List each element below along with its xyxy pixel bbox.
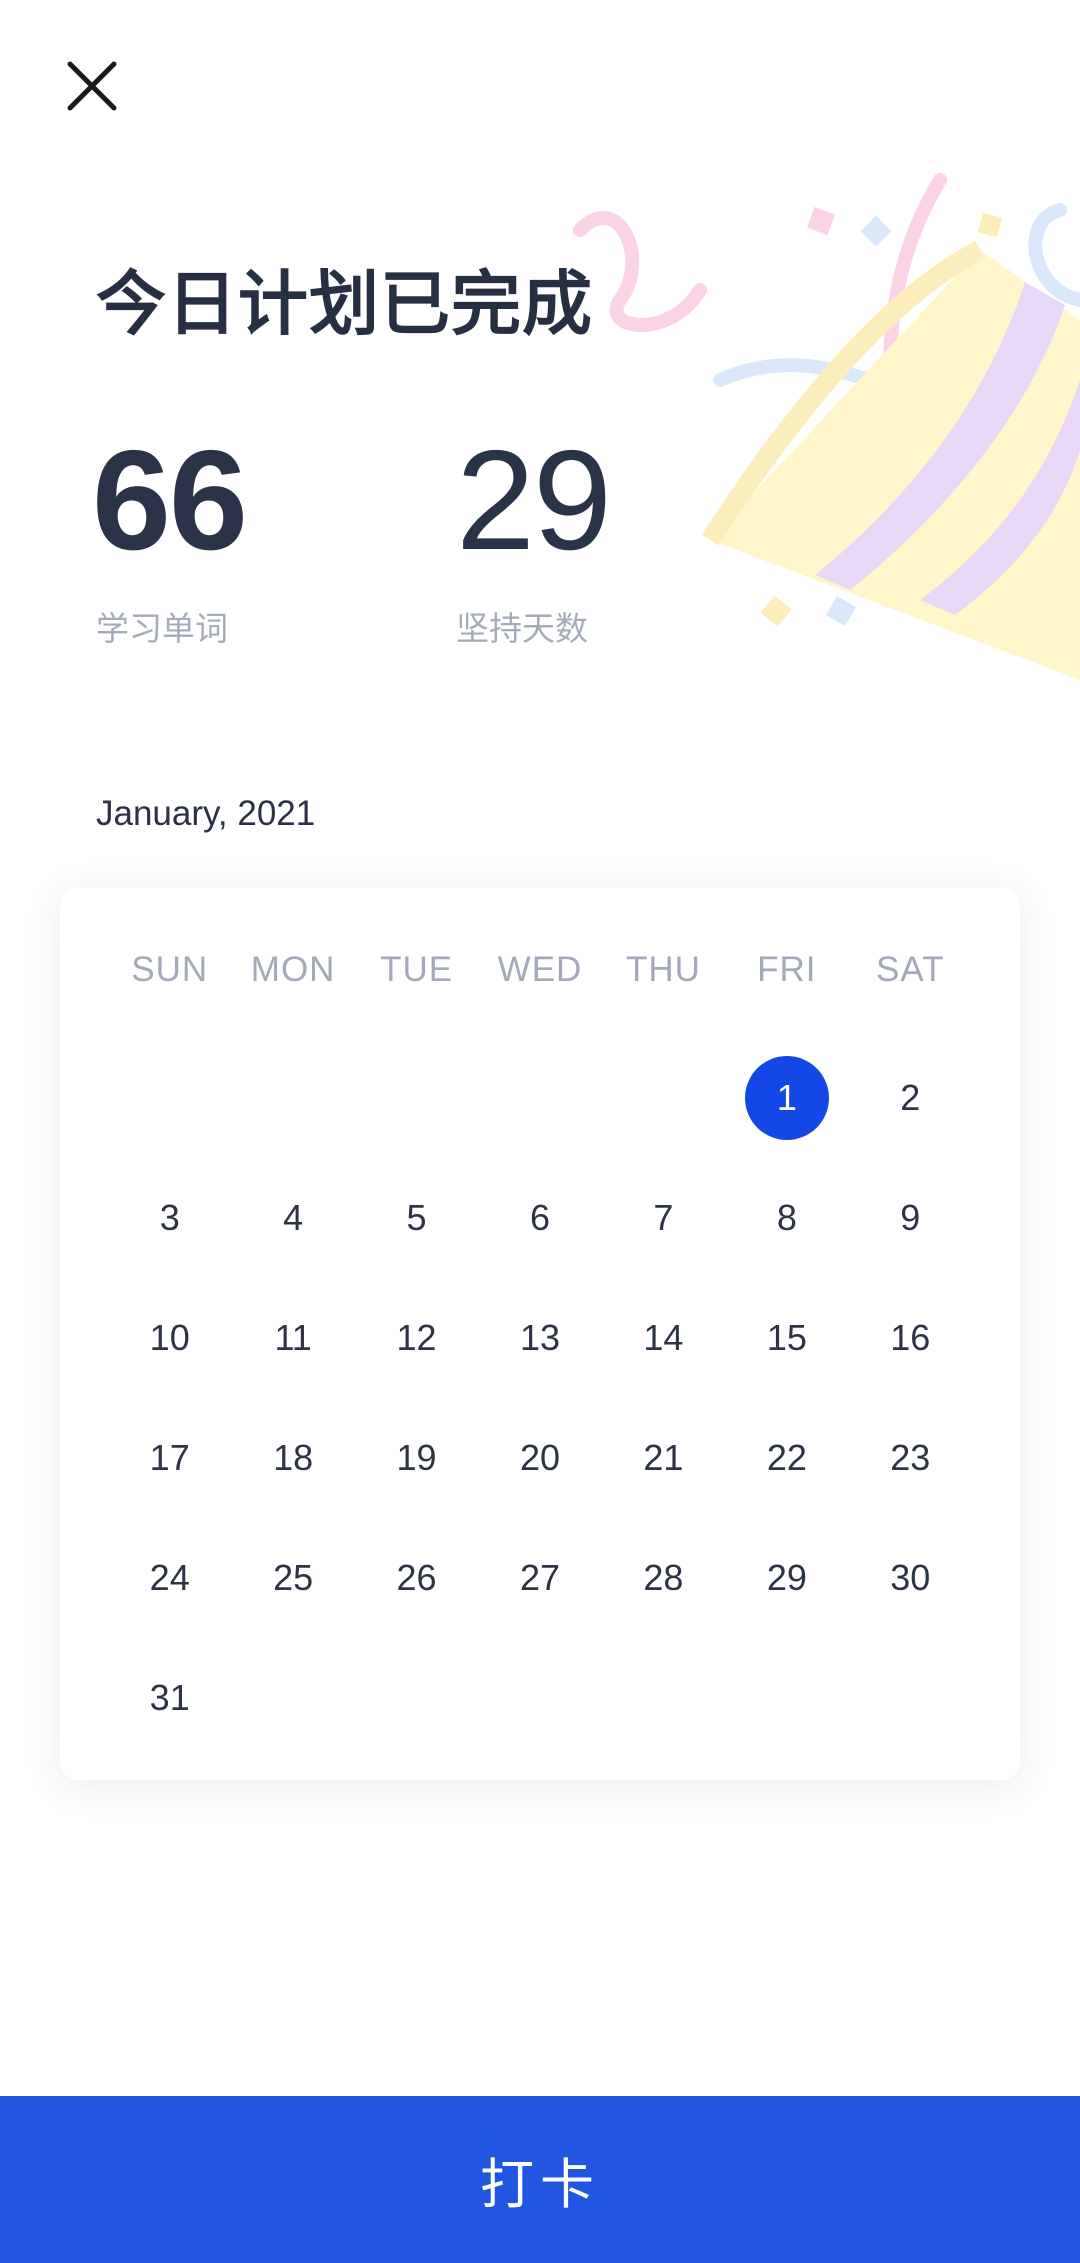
day-cell[interactable]: 15 [725, 1278, 848, 1398]
day-cell[interactable]: 16 [849, 1278, 972, 1398]
streak-days-value: 29 [456, 421, 612, 580]
day-number: 7 [653, 1197, 674, 1238]
day-number: 20 [519, 1437, 560, 1478]
page-title: 今日计划已完成 [96, 265, 593, 343]
day-cell[interactable]: 23 [849, 1398, 972, 1518]
day-number: 19 [396, 1437, 437, 1478]
weekday-label: SAT [876, 950, 945, 989]
day-cell[interactable]: 19 [355, 1398, 478, 1518]
day-cell[interactable]: 6 [478, 1158, 601, 1278]
day-cell[interactable]: 28 [602, 1518, 725, 1638]
day-cell[interactable]: 29 [725, 1518, 848, 1638]
day-number: 21 [643, 1437, 684, 1478]
day-cell-empty [478, 1038, 601, 1158]
weekday-label: THU [625, 950, 701, 989]
day-cell[interactable]: 9 [849, 1158, 972, 1278]
day-number: 5 [406, 1197, 427, 1238]
weekday-label: FRI [757, 950, 817, 989]
party-popper-icon [573, 173, 1080, 680]
day-number: 15 [766, 1317, 807, 1358]
day-cell[interactable]: 18 [231, 1398, 354, 1518]
day-cell[interactable]: 10 [108, 1278, 231, 1398]
day-number: 31 [149, 1677, 190, 1718]
day-number: 12 [396, 1317, 437, 1358]
day-number: 2 [900, 1077, 921, 1118]
day-cell[interactable]: 26 [355, 1518, 478, 1638]
day-cell[interactable]: 3 [108, 1158, 231, 1278]
day-number: 29 [766, 1557, 807, 1598]
day-number: 16 [890, 1317, 931, 1358]
day-cell[interactable]: 13 [478, 1278, 601, 1398]
day-number: 25 [273, 1557, 314, 1598]
day-number: 11 [274, 1317, 312, 1358]
day-number: 1 [744, 1056, 829, 1140]
day-cell[interactable]: 2 [849, 1038, 972, 1158]
day-cell-empty [231, 1038, 354, 1158]
day-number: 14 [643, 1317, 684, 1358]
day-cell[interactable]: 14 [602, 1278, 725, 1398]
day-cell[interactable]: 25 [231, 1518, 354, 1638]
day-number: 8 [776, 1197, 797, 1238]
day-number: 4 [283, 1197, 304, 1238]
close-icon [67, 61, 117, 111]
day-number: 22 [766, 1437, 807, 1478]
weekday-header: SUN MON TUE WED THU FRI SAT [108, 950, 972, 990]
day-number: 27 [519, 1557, 560, 1598]
day-cell[interactable]: 8 [725, 1158, 848, 1278]
day-number: 17 [149, 1437, 190, 1478]
day-number: 18 [273, 1437, 314, 1478]
day-cell[interactable]: 17 [108, 1398, 231, 1518]
day-number: 10 [149, 1317, 190, 1358]
day-cell[interactable]: 24 [108, 1518, 231, 1638]
day-number: 26 [396, 1557, 437, 1598]
weekday-label: MON [250, 950, 336, 989]
day-number: 13 [519, 1317, 560, 1358]
day-cell[interactable]: 30 [849, 1518, 972, 1638]
day-cell[interactable]: 27 [478, 1518, 601, 1638]
day-cell[interactable]: 31 [108, 1638, 231, 1758]
streak-days-label: 坚持天数 [456, 610, 588, 647]
day-cell[interactable]: 11 [231, 1278, 354, 1398]
close-button[interactable] [52, 44, 132, 124]
day-number: 23 [890, 1437, 931, 1478]
day-cell-selected[interactable]: 1 [725, 1038, 848, 1158]
day-number: 24 [149, 1557, 190, 1598]
weekday-label: WED [497, 950, 583, 989]
day-cell[interactable]: 4 [231, 1158, 354, 1278]
day-cell[interactable]: 12 [355, 1278, 478, 1398]
weekday-label: TUE [380, 950, 454, 989]
day-cell-empty [355, 1038, 478, 1158]
checkin-button[interactable]: 打卡 [0, 2096, 1080, 2263]
day-cell[interactable]: 21 [602, 1398, 725, 1518]
calendar-month-title: January, 2021 [96, 794, 316, 833]
day-number: 28 [643, 1557, 684, 1598]
day-number: 6 [529, 1197, 550, 1238]
day-number: 3 [159, 1197, 180, 1238]
day-cell-empty [108, 1038, 231, 1158]
day-number: 9 [900, 1197, 921, 1238]
words-learned-label: 学习单词 [96, 610, 228, 647]
calendar-card: SUN MON TUE WED THU FRI SAT 1 2 3 4 5 6 7 8 9 10 11 12 13 1… [60, 888, 1020, 1780]
day-cell[interactable]: 22 [725, 1398, 848, 1518]
words-learned-value: 66 [92, 421, 248, 580]
day-cell-empty [602, 1038, 725, 1158]
day-cell[interactable]: 20 [478, 1398, 601, 1518]
weekday-label: SUN [131, 950, 209, 989]
day-cell[interactable]: 7 [602, 1158, 725, 1278]
days-grid: 1 2 3 4 5 6 7 8 9 10 11 12 13 14 15 16 17 18 19 20 21 22 23 24 2… [108, 1038, 972, 1758]
day-number: 30 [890, 1557, 931, 1598]
day-cell[interactable]: 5 [355, 1158, 478, 1278]
